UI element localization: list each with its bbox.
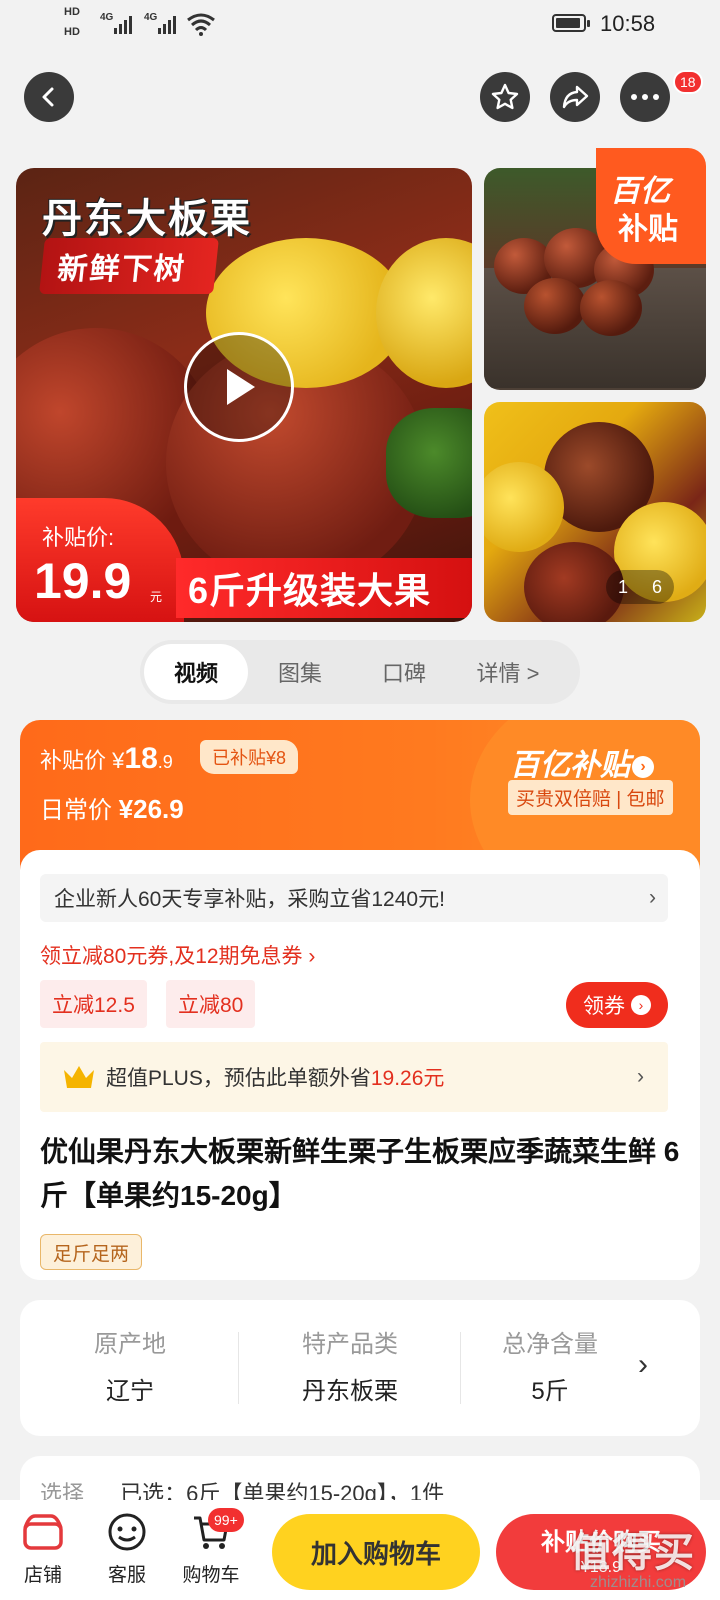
image-pack-banner: 6斤升级装大果 <box>176 558 472 618</box>
status-bar: HD HD 4G 4G 10:58 <box>0 0 720 50</box>
image-price-value: 19.9 <box>34 553 132 609</box>
hd-indicator: HD <box>64 6 80 18</box>
subsidy-price-dec: .9 <box>157 752 173 772</box>
new-user-banner[interactable]: 企业新人60天专享补贴，采购立省1240元! › <box>40 874 668 922</box>
subsidy-price: 补贴价 ¥18.9 <box>40 742 173 776</box>
cart-count-badge: 99+ <box>208 1508 244 1532</box>
tab-details[interactable]: 详情 > <box>456 644 560 700</box>
plus-text: 超值PLUS，预估此单额外省 <box>106 1067 371 1090</box>
share-button[interactable] <box>550 72 600 122</box>
shop-button[interactable]: 店铺 <box>8 1508 78 1587</box>
image-pager: 1 6 <box>606 570 674 604</box>
subsidy-brand-link[interactable]: 百亿补贴 › <box>510 740 654 784</box>
shop-icon <box>23 1514 63 1550</box>
share-icon <box>562 85 589 109</box>
tab-reviews[interactable]: 口碑 <box>352 644 456 700</box>
crown-icon <box>64 1066 94 1088</box>
divider <box>238 1332 239 1404</box>
customer-service-label: 客服 <box>107 1565 146 1586</box>
favorite-button[interactable] <box>480 72 530 122</box>
chestnut-shape <box>524 278 586 334</box>
spec-key: 特产品类 <box>302 1331 398 1358</box>
spec-value: 辽宁 <box>106 1378 154 1405</box>
subsidy-brand-text: 百亿补贴 <box>510 749 630 782</box>
product-title: 优仙果丹东大板栗新鲜生栗子生板栗应季蔬菜生鲜 6斤【单果约15-20g】 <box>40 1136 680 1211</box>
subsidy-price-label: 补贴价 <box>40 748 107 773</box>
chevron-right-icon: › <box>631 995 651 1015</box>
pager-current: 1 <box>617 576 628 597</box>
get-coupon-button[interactable]: 领券 › <box>566 982 668 1028</box>
add-to-cart-button[interactable]: 加入购物车 <box>272 1514 480 1590</box>
cart-label: 购物车 <box>182 1565 240 1586</box>
watermark-text: 值得买 <box>570 1531 696 1575</box>
play-video-button[interactable] <box>184 332 294 442</box>
customer-service-button[interactable]: 客服 <box>92 1508 162 1587</box>
signal-icon <box>114 14 132 34</box>
signal-icon-2 <box>158 14 176 34</box>
already-subsidy-tag: 已补贴¥8 <box>200 740 299 774</box>
chevron-right-icon: › <box>637 1065 644 1088</box>
play-icon <box>227 369 255 405</box>
chestnut-shape <box>580 280 642 336</box>
tab-gallery[interactable]: 图集 <box>248 644 352 700</box>
image-subtitle: 新鲜下树 <box>39 238 219 294</box>
tab-video[interactable]: 视频 <box>144 644 248 700</box>
media-tabs: 视频 图集 口碑 详情 > <box>140 640 580 704</box>
coupon-link[interactable]: 领立减80元券,及12期免息券 › <box>40 940 315 970</box>
guarantee-tag: 买贵双倍赔 | 包邮 <box>508 780 673 815</box>
subsidy-price-int: 18 <box>124 742 158 775</box>
pager-total: 6 <box>651 576 662 597</box>
subsidy-corner-line2: 补贴 <box>618 213 678 246</box>
daily-price: 日常价 ¥26.9 <box>40 790 184 825</box>
clock: 10:58 <box>600 11 656 36</box>
chevron-left-icon <box>42 87 54 107</box>
back-button[interactable] <box>24 72 74 122</box>
discount-chip: 立减12.5 <box>40 980 147 1028</box>
subsidy-corner-badge: 百亿 补贴 <box>596 148 706 264</box>
more-icon <box>631 94 659 100</box>
product-main-image[interactable]: 丹东大板栗 新鲜下树 补贴价: 19.9 元 6斤升级装大果 <box>16 168 472 622</box>
spec-key: 总净含量 <box>502 1331 598 1358</box>
spec-card[interactable]: 原产地 辽宁 特产品类 丹东板栗 总净含量 5斤 › <box>20 1300 700 1436</box>
promo-section: 企业新人60天专享补贴，采购立省1240元! › 领立减80元券,及12期免息券… <box>20 850 700 1280</box>
new-user-text: 企业新人60天专享补贴，采购立省1240元! <box>54 888 445 911</box>
spec-item: 原产地 辽宁 <box>30 1324 230 1406</box>
network-label: 4G <box>100 12 114 23</box>
chevron-right-icon: › <box>632 756 654 779</box>
get-coupon-label: 领券 <box>583 995 625 1018</box>
battery-icon <box>552 14 590 32</box>
image-price-unit: 元 <box>150 590 163 604</box>
message-badge: 18 <box>673 70 703 94</box>
product-tag: 足斤足两 <box>40 1234 143 1270</box>
leaf-shape <box>386 408 472 518</box>
chestnut-kernel-shape <box>484 462 564 552</box>
image-title: 丹东大板栗 <box>42 197 252 241</box>
discount-chip: 立减80 <box>166 980 256 1028</box>
plus-member-row[interactable]: 超值PLUS，预估此单额外省 19.26元 › <box>40 1042 668 1112</box>
plus-amount: 19.26元 <box>370 1067 445 1090</box>
network-label-2: 4G <box>144 12 158 23</box>
wifi-icon <box>187 13 215 36</box>
divider <box>460 1332 461 1404</box>
watermark-url: zhizhizhi.com <box>590 1574 687 1591</box>
daily-price-value: ¥26.9 <box>118 794 184 824</box>
spec-item: 总净含量 5斤 <box>470 1324 630 1406</box>
price-card: 补贴价 ¥18.9 已补贴¥8 日常价 ¥26.9 百亿补贴 › 买贵双倍赔 | … <box>20 720 700 1280</box>
spec-value: 丹东板栗 <box>302 1378 398 1405</box>
spec-item: 特产品类 丹东板栗 <box>250 1324 450 1406</box>
chevron-right-icon: › <box>638 1348 648 1381</box>
more-button[interactable] <box>620 72 670 122</box>
chat-face-icon <box>108 1513 146 1551</box>
daily-price-label: 日常价 <box>40 797 112 824</box>
subsidy-price-symbol: ¥ <box>112 748 125 773</box>
shop-label: 店铺 <box>23 1565 62 1586</box>
star-icon <box>491 83 519 110</box>
spec-value: 5斤 <box>531 1378 569 1405</box>
hd-indicator-2: HD <box>64 26 80 38</box>
chevron-right-icon: › <box>649 886 656 909</box>
chestnut-kernel-shape <box>376 238 472 388</box>
spec-key: 原产地 <box>94 1331 166 1358</box>
image-price-label: 补贴价: <box>42 525 115 550</box>
